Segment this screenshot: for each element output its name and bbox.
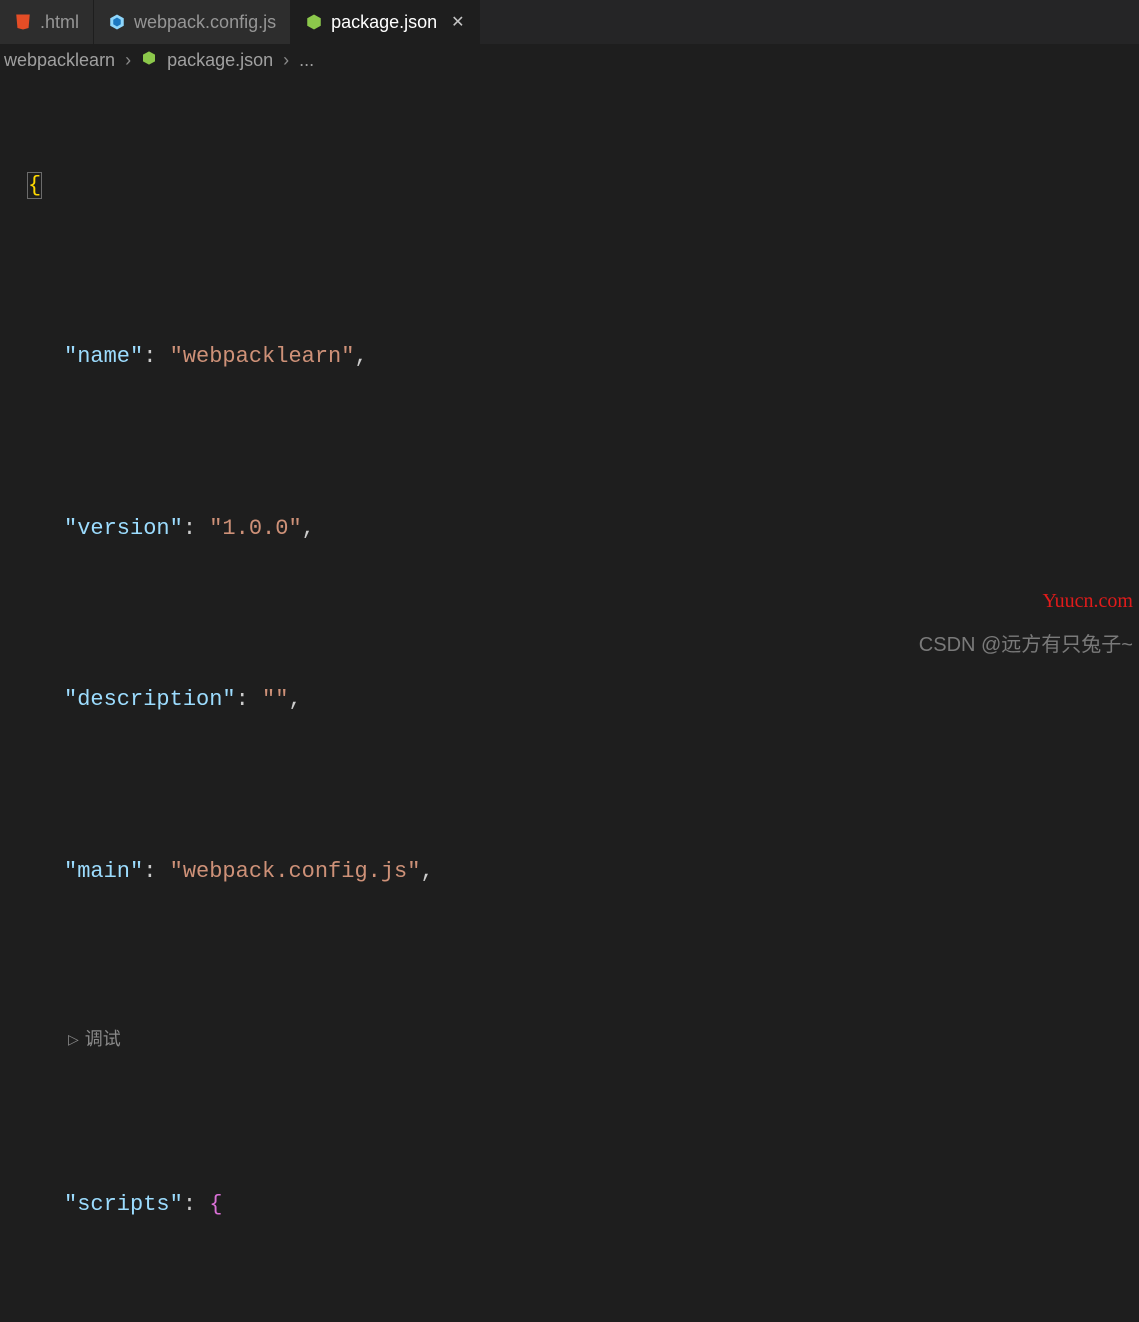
json-line-description: "description": "", [28, 679, 1139, 722]
json-line-main: "main": "webpack.config.js", [28, 851, 1139, 894]
tab-label: package.json [331, 12, 437, 33]
tab-webpack-config[interactable]: webpack.config.js [94, 0, 291, 44]
tab-label: .html [40, 12, 79, 33]
breadcrumb[interactable]: webpacklearn › package.json › ... [0, 44, 1139, 79]
tab-label: webpack.config.js [134, 12, 276, 33]
breadcrumb-ellipsis[interactable]: ... [299, 50, 314, 71]
watermark-site: Yuucn.com [1042, 590, 1133, 613]
nodejs-icon [141, 50, 157, 71]
chevron-right-icon: › [125, 50, 131, 71]
tab-package-json[interactable]: package.json ✕ [291, 0, 479, 44]
json-line-version: "version": "1.0.0", [28, 508, 1139, 551]
breadcrumb-file[interactable]: package.json [167, 50, 273, 71]
play-icon: ▷ [68, 1028, 79, 1050]
html-icon [14, 13, 32, 31]
tab-bar: .html webpack.config.js package.json ✕ [0, 0, 1139, 44]
codelens-label: 调试 [85, 1025, 121, 1054]
json-line-name: "name": "webpacklearn", [28, 336, 1139, 379]
close-icon[interactable]: ✕ [451, 12, 464, 32]
brace-open: { [28, 173, 41, 198]
json-line-scripts: "scripts": { [28, 1184, 1139, 1227]
watermark-csdn: CSDN @远方有只兔子~ [919, 628, 1133, 657]
breadcrumb-folder[interactable]: webpacklearn [4, 50, 115, 71]
tab-html[interactable]: .html [0, 0, 94, 44]
webpack-icon [108, 13, 126, 31]
chevron-right-icon: › [283, 50, 289, 71]
code-editor[interactable]: { "name": "webpacklearn", "version": "1.… [0, 79, 1139, 1322]
debug-codelens[interactable]: ▷ 调试 [28, 1025, 1139, 1054]
nodejs-icon [305, 13, 323, 31]
